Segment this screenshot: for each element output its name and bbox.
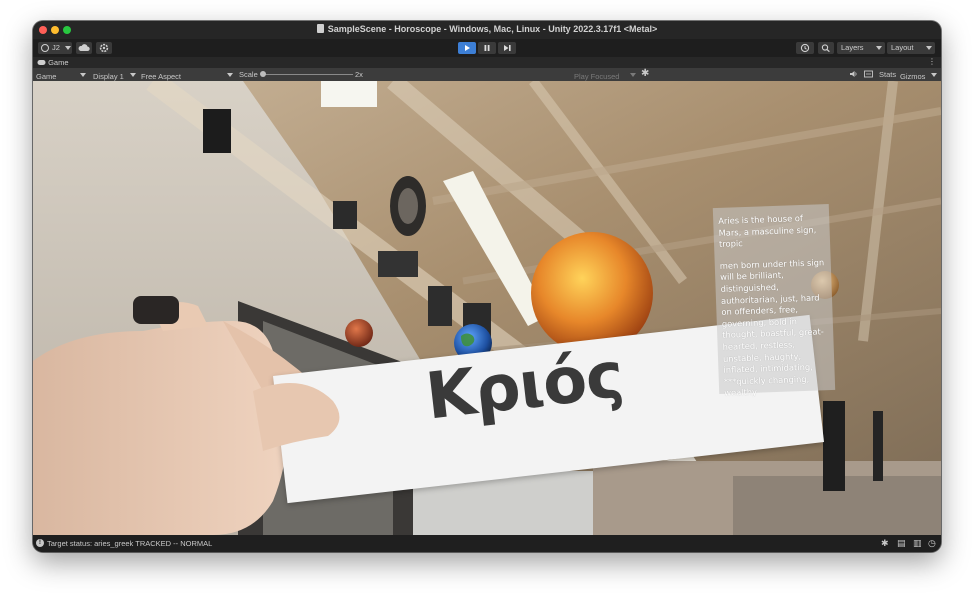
layers-status-icon[interactable]: ▤: [897, 538, 906, 549]
progress-icon[interactable]: ◷: [928, 538, 936, 549]
display-settings-icon[interactable]: [864, 70, 873, 80]
game-dropdown-label: Game: [36, 72, 57, 81]
play-focused-label: Play Focused: [574, 72, 620, 81]
pause-button[interactable]: [478, 42, 496, 54]
mute-audio-icon[interactable]: [849, 70, 858, 80]
tab-game-label: Game: [48, 58, 69, 67]
settings-button[interactable]: [96, 42, 112, 54]
cloud-button[interactable]: [76, 42, 92, 54]
info-panel: Aries is the house of Mars, a masculine …: [712, 204, 836, 398]
gizmos-label: Gizmos: [900, 72, 926, 81]
chevron-down-icon: [931, 73, 937, 77]
bug-icon[interactable]: ✱: [641, 68, 649, 79]
status-bar: ! Target status: aries_greek TRACKED -- …: [33, 535, 941, 552]
play-button[interactable]: [458, 42, 476, 54]
chevron-down-icon: [80, 73, 86, 77]
more-options-icon[interactable]: ⋮: [928, 57, 936, 66]
account-label: J2: [52, 43, 60, 52]
chevron-down-icon: [130, 73, 136, 77]
layers-dropdown[interactable]: Layers: [837, 42, 885, 54]
gamepad-icon: [37, 60, 46, 65]
tab-game[interactable]: Game: [37, 58, 69, 67]
panel-tab-row: Game ⋮: [33, 57, 941, 68]
search-icon: [821, 44, 830, 53]
game-view-bar: Game Display 1 Free Aspect Scale 2x Play…: [33, 68, 941, 81]
layout-label: Layout: [891, 43, 914, 52]
history-button[interactable]: [796, 42, 814, 54]
aspect-dropdown-label: Free Aspect: [141, 72, 182, 81]
chevron-down-icon: [65, 46, 71, 50]
play-icon: [465, 45, 470, 51]
search-button[interactable]: [818, 42, 834, 54]
chevron-down-icon: [876, 46, 882, 50]
title-bar: SampleScene - Horoscope - Windows, Mac, …: [33, 21, 941, 39]
notifications-icon[interactable]: ▥: [913, 538, 922, 549]
chevron-down-icon: [926, 46, 932, 50]
layers-label: Layers: [841, 43, 864, 52]
window-title: SampleScene - Horoscope - Windows, Mac, …: [327, 24, 658, 34]
scale-slider-handle[interactable]: [260, 71, 266, 77]
thumb-image: [253, 383, 340, 451]
info-icon: !: [36, 539, 44, 547]
status-text: Target status: aries_greek TRACKED -- NO…: [47, 539, 213, 548]
cloud-icon: [78, 44, 90, 51]
main-toolbar: J2 Layers Layout: [33, 39, 941, 57]
scale-value: 2x: [355, 70, 363, 79]
pause-icon: [484, 45, 490, 51]
layout-dropdown[interactable]: Layout: [887, 42, 935, 54]
document-icon: [316, 24, 324, 33]
account-icon: [41, 44, 49, 52]
scale-slider-track[interactable]: [261, 74, 353, 75]
gear-icon: [99, 43, 109, 53]
display-dropdown-label: Display 1: [93, 72, 124, 81]
window-title-container: SampleScene - Horoscope - Windows, Mac, …: [33, 24, 941, 34]
scale-label: Scale: [239, 70, 258, 79]
step-icon: [504, 45, 511, 51]
info-panel-heading: Aries is the house of Mars, a masculine …: [718, 212, 817, 250]
stats-button[interactable]: Stats: [879, 70, 896, 79]
account-dropdown[interactable]: J2: [38, 42, 72, 54]
unity-editor-window: SampleScene - Horoscope - Windows, Mac, …: [33, 21, 941, 552]
step-button[interactable]: [498, 42, 516, 54]
game-viewport[interactable]: Κριός Aries is the house of Mars, a masc…: [33, 81, 941, 535]
info-panel-body: men born under this sign will be brillia…: [719, 257, 825, 399]
debug-icon[interactable]: ✱: [881, 538, 889, 549]
history-icon: [800, 43, 810, 53]
chevron-down-icon: [630, 73, 636, 77]
chevron-down-icon: [227, 73, 233, 77]
